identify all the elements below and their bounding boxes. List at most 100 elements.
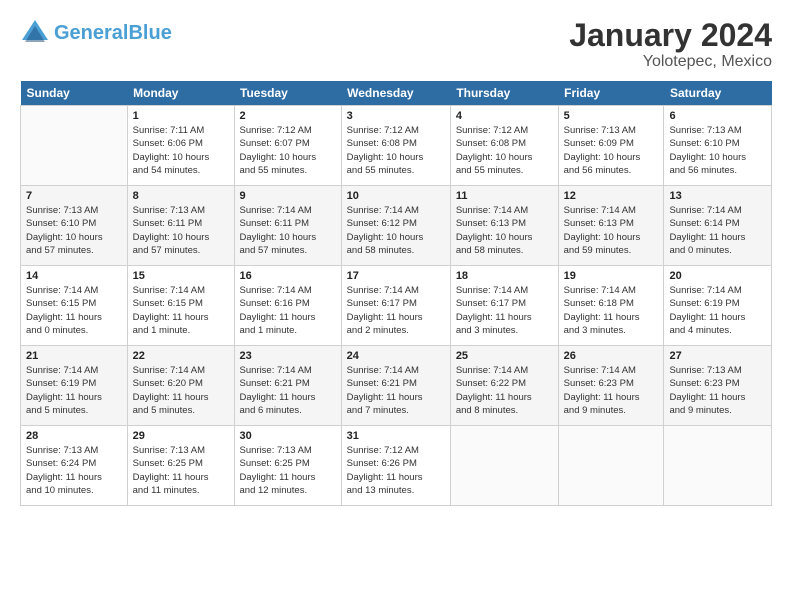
day-number: 3 bbox=[347, 110, 445, 122]
logo-icon bbox=[20, 18, 50, 48]
calendar-cell: 11 Sunrise: 7:14 AMSunset: 6:13 PMDayligh… bbox=[450, 186, 558, 266]
day-info: Sunrise: 7:14 AMSunset: 6:13 PMDaylight:… bbox=[456, 204, 553, 257]
day-info: Sunrise: 7:13 AMSunset: 6:24 PMDaylight:… bbox=[26, 444, 122, 497]
day-info: Sunrise: 7:14 AMSunset: 6:11 PMDaylight:… bbox=[240, 204, 336, 257]
day-number: 9 bbox=[240, 190, 336, 202]
day-number: 10 bbox=[347, 190, 445, 202]
day-number: 24 bbox=[347, 350, 445, 362]
calendar-cell: 22 Sunrise: 7:14 AMSunset: 6:20 PMDayligh… bbox=[127, 346, 234, 426]
calendar-cell: 1 Sunrise: 7:11 AMSunset: 6:06 PMDaylight… bbox=[127, 106, 234, 186]
week-row-0: 1 Sunrise: 7:11 AMSunset: 6:06 PMDaylight… bbox=[21, 106, 772, 186]
header: GeneralBlue January 2024 Yolotepec, Mexi… bbox=[20, 18, 772, 71]
header-thursday: Thursday bbox=[450, 81, 558, 106]
day-info: Sunrise: 7:14 AMSunset: 6:15 PMDaylight:… bbox=[26, 284, 122, 337]
day-number: 11 bbox=[456, 190, 553, 202]
day-number: 5 bbox=[564, 110, 659, 122]
logo-general-text: General bbox=[54, 22, 128, 44]
calendar-cell bbox=[558, 426, 664, 506]
calendar-cell: 21Sunrise: 7:14 AMSunset: 6:19 PMDayligh… bbox=[21, 346, 128, 426]
header-tuesday: Tuesday bbox=[234, 81, 341, 106]
day-info: Sunrise: 7:13 AMSunset: 6:10 PMDaylight:… bbox=[669, 124, 766, 177]
day-info: Sunrise: 7:14 AMSunset: 6:12 PMDaylight:… bbox=[347, 204, 445, 257]
calendar-cell: 12 Sunrise: 7:14 AMSunset: 6:13 PMDayligh… bbox=[558, 186, 664, 266]
calendar-cell: 16Sunrise: 7:14 AMSunset: 6:16 PMDayligh… bbox=[234, 266, 341, 346]
day-number: 27 bbox=[669, 350, 766, 362]
logo: GeneralBlue bbox=[20, 18, 172, 48]
calendar-cell: 7Sunrise: 7:13 AMSunset: 6:10 PMDaylight… bbox=[21, 186, 128, 266]
calendar-cell: 10 Sunrise: 7:14 AMSunset: 6:12 PMDayligh… bbox=[341, 186, 450, 266]
day-info: Sunrise: 7:14 AMSunset: 6:17 PMDaylight:… bbox=[347, 284, 445, 337]
day-number: 20 bbox=[669, 270, 766, 282]
calendar-table: Sunday Monday Tuesday Wednesday Thursday… bbox=[20, 81, 772, 506]
day-info: Sunrise: 7:14 AMSunset: 6:15 PMDaylight:… bbox=[133, 284, 229, 337]
day-number: 18 bbox=[456, 270, 553, 282]
header-friday: Friday bbox=[558, 81, 664, 106]
day-info: Sunrise: 7:14 AMSunset: 6:19 PMDaylight:… bbox=[26, 364, 122, 417]
day-number: 15 bbox=[133, 270, 229, 282]
day-info: Sunrise: 7:13 AMSunset: 6:11 PMDaylight:… bbox=[133, 204, 229, 257]
day-number: 7 bbox=[26, 190, 122, 202]
day-number: 2 bbox=[240, 110, 336, 122]
calendar-cell: 18 Sunrise: 7:14 AMSunset: 6:17 PMDayligh… bbox=[450, 266, 558, 346]
day-info: Sunrise: 7:14 AMSunset: 6:16 PMDaylight:… bbox=[240, 284, 336, 337]
header-monday: Monday bbox=[127, 81, 234, 106]
calendar-cell: 8 Sunrise: 7:13 AMSunset: 6:11 PMDaylight… bbox=[127, 186, 234, 266]
calendar-title: January 2024 bbox=[569, 18, 772, 53]
title-block: January 2024 Yolotepec, Mexico bbox=[569, 18, 772, 71]
week-row-3: 21Sunrise: 7:14 AMSunset: 6:19 PMDayligh… bbox=[21, 346, 772, 426]
day-number: 1 bbox=[133, 110, 229, 122]
day-info: Sunrise: 7:14 AMSunset: 6:21 PMDaylight:… bbox=[347, 364, 445, 417]
day-number: 12 bbox=[564, 190, 659, 202]
week-row-2: 14 Sunrise: 7:14 AMSunset: 6:15 PMDayligh… bbox=[21, 266, 772, 346]
calendar-cell: 20 Sunrise: 7:14 AMSunset: 6:19 PMDayligh… bbox=[664, 266, 772, 346]
calendar-cell: 30Sunrise: 7:13 AMSunset: 6:25 PMDayligh… bbox=[234, 426, 341, 506]
week-row-4: 28Sunrise: 7:13 AMSunset: 6:24 PMDayligh… bbox=[21, 426, 772, 506]
day-info: Sunrise: 7:14 AMSunset: 6:20 PMDaylight:… bbox=[133, 364, 229, 417]
day-number: 8 bbox=[133, 190, 229, 202]
calendar-cell: 28Sunrise: 7:13 AMSunset: 6:24 PMDayligh… bbox=[21, 426, 128, 506]
weekday-header-row: Sunday Monday Tuesday Wednesday Thursday… bbox=[21, 81, 772, 106]
calendar-cell bbox=[664, 426, 772, 506]
day-number: 31 bbox=[347, 430, 445, 442]
day-info: Sunrise: 7:14 AMSunset: 6:17 PMDaylight:… bbox=[456, 284, 553, 337]
calendar-cell: 27 Sunrise: 7:13 AMSunset: 6:23 PMDayligh… bbox=[664, 346, 772, 426]
calendar-cell: 13 Sunrise: 7:14 AMSunset: 6:14 PMDayligh… bbox=[664, 186, 772, 266]
header-wednesday: Wednesday bbox=[341, 81, 450, 106]
calendar-cell: 5 Sunrise: 7:13 AMSunset: 6:09 PMDaylight… bbox=[558, 106, 664, 186]
day-info: Sunrise: 7:14 AMSunset: 6:19 PMDaylight:… bbox=[669, 284, 766, 337]
calendar-subtitle: Yolotepec, Mexico bbox=[569, 53, 772, 71]
calendar-cell bbox=[450, 426, 558, 506]
calendar-cell: 6Sunrise: 7:13 AMSunset: 6:10 PMDaylight… bbox=[664, 106, 772, 186]
day-number: 13 bbox=[669, 190, 766, 202]
day-info: Sunrise: 7:14 AMSunset: 6:13 PMDaylight:… bbox=[564, 204, 659, 257]
day-info: Sunrise: 7:13 AMSunset: 6:23 PMDaylight:… bbox=[669, 364, 766, 417]
day-info: Sunrise: 7:12 AMSunset: 6:07 PMDaylight:… bbox=[240, 124, 336, 177]
calendar-cell: 23Sunrise: 7:14 AMSunset: 6:21 PMDayligh… bbox=[234, 346, 341, 426]
day-number: 29 bbox=[133, 430, 229, 442]
week-row-1: 7Sunrise: 7:13 AMSunset: 6:10 PMDaylight… bbox=[21, 186, 772, 266]
calendar-cell: 4 Sunrise: 7:12 AMSunset: 6:08 PMDaylight… bbox=[450, 106, 558, 186]
day-info: Sunrise: 7:12 AMSunset: 6:08 PMDaylight:… bbox=[456, 124, 553, 177]
day-info: Sunrise: 7:11 AMSunset: 6:06 PMDaylight:… bbox=[133, 124, 229, 177]
day-number: 14 bbox=[26, 270, 122, 282]
logo-blue-text: Blue bbox=[128, 22, 171, 44]
logo-text: GeneralBlue bbox=[54, 23, 172, 43]
day-info: Sunrise: 7:12 AMSunset: 6:08 PMDaylight:… bbox=[347, 124, 445, 177]
header-saturday: Saturday bbox=[664, 81, 772, 106]
day-info: Sunrise: 7:13 AMSunset: 6:09 PMDaylight:… bbox=[564, 124, 659, 177]
day-info: Sunrise: 7:13 AMSunset: 6:25 PMDaylight:… bbox=[133, 444, 229, 497]
calendar-cell: 24 Sunrise: 7:14 AMSunset: 6:21 PMDayligh… bbox=[341, 346, 450, 426]
calendar-cell: 9 Sunrise: 7:14 AMSunset: 6:11 PMDaylight… bbox=[234, 186, 341, 266]
calendar-cell: 14 Sunrise: 7:14 AMSunset: 6:15 PMDayligh… bbox=[21, 266, 128, 346]
day-number: 19 bbox=[564, 270, 659, 282]
calendar-cell: 2 Sunrise: 7:12 AMSunset: 6:07 PMDaylight… bbox=[234, 106, 341, 186]
day-info: Sunrise: 7:13 AMSunset: 6:25 PMDaylight:… bbox=[240, 444, 336, 497]
day-info: Sunrise: 7:14 AMSunset: 6:14 PMDaylight:… bbox=[669, 204, 766, 257]
calendar-cell: 3 Sunrise: 7:12 AMSunset: 6:08 PMDaylight… bbox=[341, 106, 450, 186]
calendar-cell: 15 Sunrise: 7:14 AMSunset: 6:15 PMDayligh… bbox=[127, 266, 234, 346]
day-number: 4 bbox=[456, 110, 553, 122]
day-number: 22 bbox=[133, 350, 229, 362]
calendar-cell bbox=[21, 106, 128, 186]
page: GeneralBlue January 2024 Yolotepec, Mexi… bbox=[0, 0, 792, 516]
day-number: 25 bbox=[456, 350, 553, 362]
